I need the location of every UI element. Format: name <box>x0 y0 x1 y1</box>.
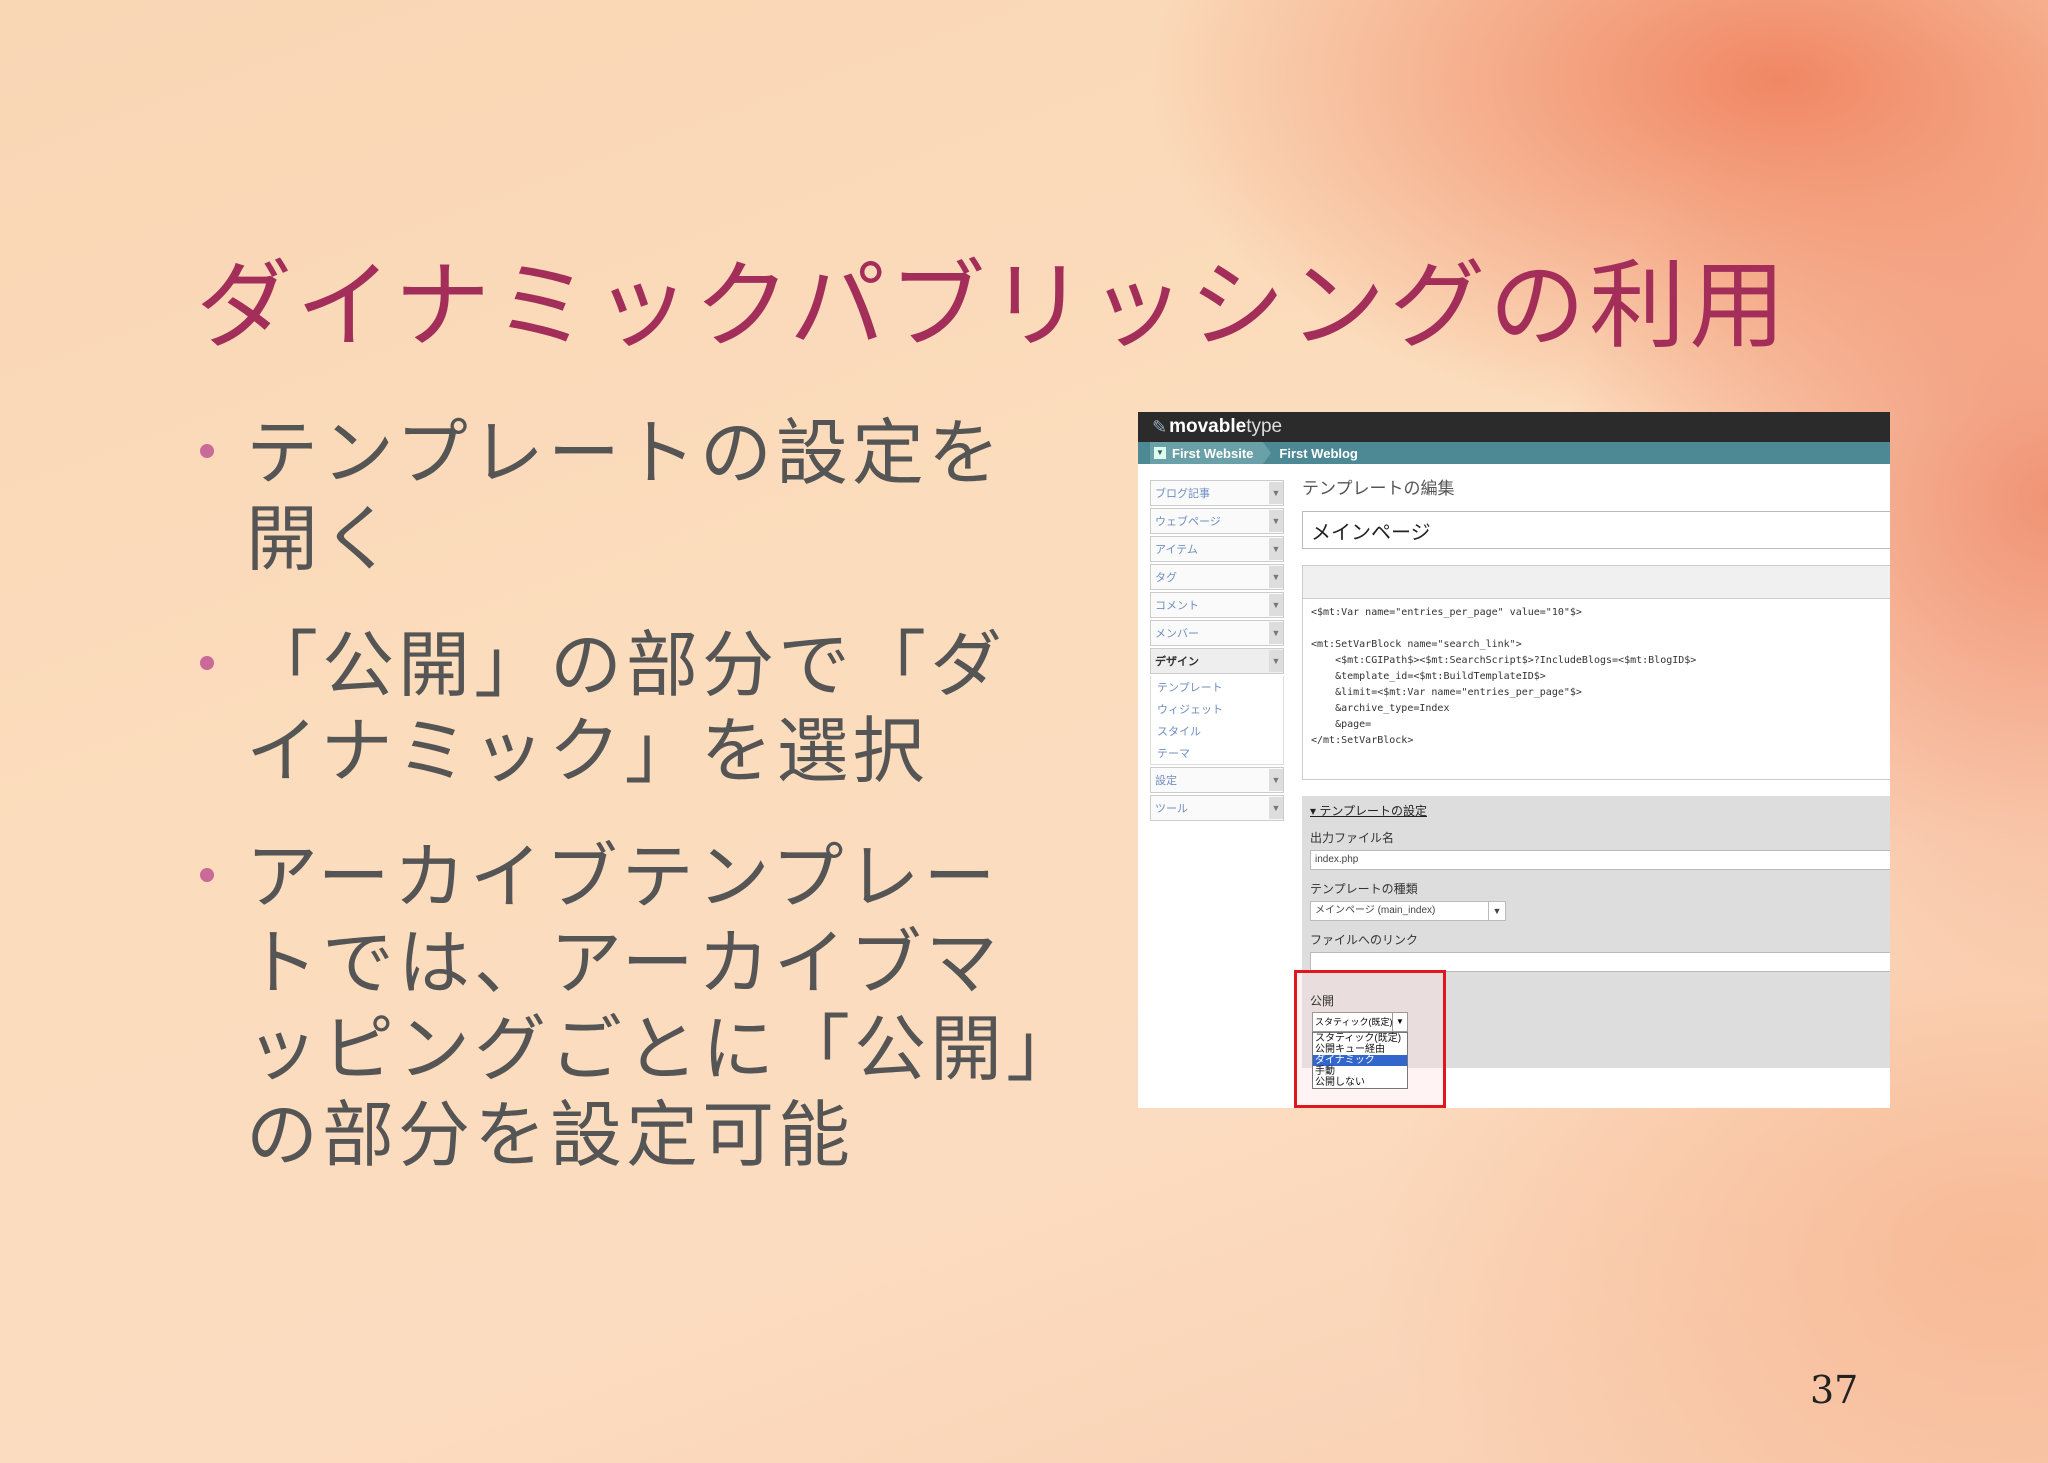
breadcrumb-blog[interactable]: First Weblog <box>1271 446 1357 461</box>
breadcrumb-website-label: First Website <box>1172 445 1254 461</box>
publish-selected-value: スタティック(既定) <box>1315 1017 1393 1027</box>
logo-text-light: type <box>1246 416 1283 437</box>
template-type-value: メインページ (main_index) <box>1315 905 1436 916</box>
output-file-field[interactable]: index.php <box>1310 850 1890 870</box>
chevron-down-icon[interactable]: ▼ <box>1269 566 1283 588</box>
publish-select[interactable]: スタティック(既定) ▼ <box>1312 1012 1408 1032</box>
breadcrumb: ▼ First Website First Weblog <box>1138 442 1890 464</box>
bullet-item: アーカイブテンプレートでは、アーカイブマッピングごとに「公開」の部分を設定可能 <box>196 834 1056 1178</box>
sidebar-item[interactable]: 設定 ▼ <box>1150 767 1284 793</box>
sidebar-submenu: テンプレート ウィジェット スタイル テーマ <box>1150 676 1284 765</box>
sidebar: ブログ記事 ▼ ウェブページ ▼ アイテム ▼ タグ ▼ コメント ▼ メンバー ▼ デザイ… <box>1150 480 1284 823</box>
bullet-list: テンプレートの設定を開く 「公開」の部分で「ダイナミック」を選択 アーカイブテン… <box>196 410 1056 1218</box>
bullet-dot-icon <box>200 444 214 458</box>
bullet-item: テンプレートの設定を開く <box>196 410 1056 582</box>
page-number: 37 <box>1810 1368 1859 1412</box>
sidebar-item-label: コメント <box>1155 600 1199 612</box>
publish-label: 公開 <box>1310 994 1335 1008</box>
sidebar-item[interactable]: ブログ記事 ▼ <box>1150 480 1284 506</box>
publish-option[interactable]: スタティック(既定) <box>1313 1033 1407 1044</box>
publish-option-dynamic[interactable]: ダイナミック <box>1313 1055 1407 1066</box>
sidebar-item[interactable]: ツール ▼ <box>1150 795 1284 821</box>
submenu-item[interactable]: テンプレート <box>1151 676 1283 698</box>
bullet-dot-icon <box>200 656 214 670</box>
file-link-label: ファイルへのリンク <box>1310 933 1419 947</box>
editor-toolbar <box>1302 565 1890 598</box>
sidebar-item[interactable]: ウェブページ ▼ <box>1150 508 1284 534</box>
sidebar-item[interactable]: アイテム ▼ <box>1150 536 1284 562</box>
breadcrumb-separator-icon <box>1263 442 1272 464</box>
bullet-text: テンプレートの設定を開く <box>246 411 1004 581</box>
page-heading: テンプレートの編集 <box>1302 479 1455 498</box>
template-settings-toggle[interactable]: ▾ テンプレートの設定 <box>1310 802 1890 819</box>
slide-title: ダイナミックパブリッシングの利用 <box>196 250 1790 362</box>
publish-options-list: スタティック(既定) 公開キュー経由 ダイナミック 手動 公開しない <box>1312 1032 1408 1089</box>
sidebar-item-label: アイテム <box>1155 544 1198 556</box>
logo-text-bold: movable <box>1169 416 1247 437</box>
movabletype-logo-icon: ✎ <box>1152 416 1168 437</box>
sidebar-item[interactable]: メンバー ▼ <box>1150 620 1284 646</box>
sidebar-item[interactable]: コメント ▼ <box>1150 592 1284 618</box>
sidebar-item-design[interactable]: デザイン ▼ <box>1150 648 1284 674</box>
submenu-item[interactable]: スタイル <box>1151 720 1283 742</box>
submenu-item[interactable]: テーマ <box>1151 742 1283 764</box>
mt-screenshot: ✎ movable type ▼ First Website First Web… <box>1138 412 1890 1108</box>
chevron-down-icon[interactable]: ▼ <box>1269 594 1283 616</box>
submenu-item[interactable]: ウィジェット <box>1151 698 1283 720</box>
chevron-down-icon[interactable]: ▼ <box>1392 1013 1407 1031</box>
chevron-down-icon[interactable]: ▼ <box>1269 769 1283 791</box>
chevron-down-icon[interactable]: ▼ <box>1269 538 1283 560</box>
template-code-editor[interactable]: <$mt:Var name="entries_per_page" value="… <box>1302 598 1890 780</box>
bullet-text: 「公開」の部分で「ダイナミック」を選択 <box>246 623 1007 793</box>
sidebar-item-label: デザイン <box>1155 656 1199 668</box>
sidebar-item[interactable]: タグ ▼ <box>1150 564 1284 590</box>
template-name-field[interactable]: メインページ <box>1302 511 1890 549</box>
output-file-label: 出力ファイル名 <box>1310 831 1395 845</box>
sidebar-item-label: メンバー <box>1155 628 1199 640</box>
template-type-label: テンプレートの種類 <box>1310 882 1418 896</box>
chevron-down-icon[interactable]: ▼ <box>1269 797 1283 819</box>
sidebar-item-label: ウェブページ <box>1155 516 1221 528</box>
chevron-down-icon[interactable]: ▼ <box>1269 650 1283 672</box>
bullet-item: 「公開」の部分で「ダイナミック」を選択 <box>196 622 1056 794</box>
sidebar-item-label: タグ <box>1155 572 1177 584</box>
bullet-text: アーカイブテンプレートでは、アーカイブマッピングごとに「公開」の部分を設定可能 <box>246 835 1047 1177</box>
chevron-down-icon[interactable]: ▼ <box>1269 482 1283 504</box>
sidebar-item-label: 設定 <box>1155 775 1177 787</box>
bullet-dot-icon <box>200 868 214 882</box>
chevron-down-icon[interactable]: ▼ <box>1488 902 1505 920</box>
publish-option[interactable]: 公開キュー経由 <box>1313 1044 1407 1055</box>
template-type-select[interactable]: メインページ (main_index) ▼ <box>1310 901 1506 921</box>
chevron-down-icon[interactable]: ▼ <box>1269 622 1283 644</box>
publish-option[interactable]: 手動 <box>1313 1066 1407 1077</box>
mt-topbar: ✎ movable type <box>1138 412 1890 442</box>
chevron-down-icon[interactable]: ▼ <box>1154 447 1166 459</box>
chevron-down-icon[interactable]: ▼ <box>1269 510 1283 532</box>
sidebar-item-label: ブログ記事 <box>1155 488 1210 500</box>
publish-option[interactable]: 公開しない <box>1313 1077 1407 1088</box>
sidebar-item-label: ツール <box>1155 803 1188 815</box>
breadcrumb-website[interactable]: ▼ First Website <box>1150 442 1264 464</box>
file-link-field[interactable] <box>1310 952 1890 972</box>
